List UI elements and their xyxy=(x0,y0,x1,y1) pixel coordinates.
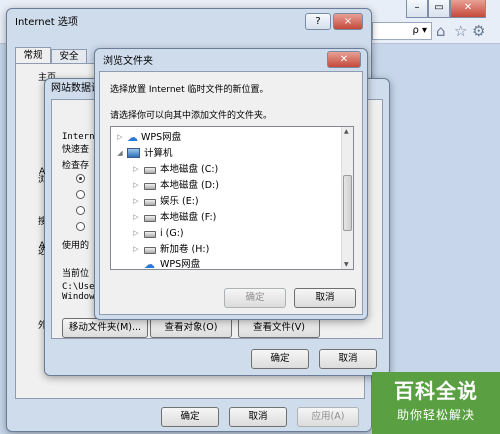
collapse-icon[interactable]: ◢ xyxy=(115,146,125,161)
tree-item-drive-h[interactable]: ▷ 新加卷 (H:) xyxy=(111,242,341,257)
tab-security[interactable]: 安全 xyxy=(51,49,87,63)
watermark-title: 百科全说 xyxy=(394,379,478,403)
tree-item-label: 计算机 xyxy=(144,148,173,159)
expand-icon[interactable]: ▷ xyxy=(131,242,141,257)
path-line: C:\Use xyxy=(62,282,95,292)
home-icon[interactable]: ⌂ xyxy=(436,22,446,40)
usage-label: 使用的 xyxy=(62,241,90,251)
browser-minimize-button[interactable]: – xyxy=(406,0,428,18)
tree-item-drive-f[interactable]: ▷ 本地磁盘 (F:) xyxy=(111,210,341,225)
view-objects-button[interactable]: 查看对象(O) xyxy=(150,318,232,338)
tree-item-label: 本地磁盘 (C:) xyxy=(160,164,219,175)
data-settings-ok-button[interactable]: 确定 xyxy=(251,349,309,369)
options-cancel-button[interactable]: 取消 xyxy=(229,407,287,427)
drive-icon xyxy=(144,199,156,206)
instruction-line-2: 请选择你可以向其中添加文件的文件夹。 xyxy=(110,111,273,121)
cloud-icon: ☁ xyxy=(144,258,155,270)
check-label: 检查存 xyxy=(62,161,90,171)
tree-item-drive-d[interactable]: ▷ 本地磁盘 (D:) xyxy=(111,178,341,193)
scroll-up-icon[interactable]: ▲ xyxy=(344,128,349,135)
expand-icon[interactable]: ▷ xyxy=(131,178,141,193)
tree-item-drive-e[interactable]: ▷ 娱乐 (E:) xyxy=(111,194,341,209)
drive-icon xyxy=(144,183,156,190)
expand-icon[interactable]: ▷ xyxy=(131,194,141,209)
check-option-radio[interactable] xyxy=(76,206,85,215)
side-letter: A xyxy=(39,241,46,251)
tree-item-label: 娱乐 (E:) xyxy=(160,196,199,207)
tree-item-wps-cloud-2[interactable]: ☁ WPS网盘 xyxy=(111,257,341,270)
folder-tree[interactable]: ▷ ☁ WPS网盘 ◢ 计算机 ▷ 本地磁盘 (C:) ▷ 本地磁盘 (D:) … xyxy=(110,126,354,270)
browse-cancel-button[interactable]: 取消 xyxy=(294,288,356,308)
drive-icon xyxy=(144,247,156,254)
data-settings-cancel-button[interactable]: 取消 xyxy=(319,349,377,369)
tree-item-wps-cloud[interactable]: ▷ ☁ WPS网盘 xyxy=(111,130,341,145)
tree-item-label: WPS网盘 xyxy=(141,132,182,143)
tab-general[interactable]: 常规 xyxy=(15,47,51,63)
close-button[interactable]: ✕ xyxy=(327,51,361,68)
watermark-logo: 百科全说 助你轻松解决 xyxy=(372,372,500,434)
tree-item-label: 新加卷 (H:) xyxy=(160,244,210,255)
close-button[interactable]: × xyxy=(333,13,363,30)
drive-icon xyxy=(144,231,156,238)
computer-icon xyxy=(127,148,140,158)
help-button[interactable]: ? xyxy=(305,13,331,30)
watermark-subtitle: 助你轻松解决 xyxy=(396,408,475,422)
favorites-star-icon[interactable]: ☆ xyxy=(454,22,467,40)
instruction-line-1: 选择放置 Internet 临时文件的新位置。 xyxy=(110,85,269,95)
expand-icon[interactable]: ▷ xyxy=(131,162,141,177)
windows-drive-icon xyxy=(144,167,156,174)
scrollbar-thumb[interactable] xyxy=(343,175,352,231)
tree-item-label: WPS网盘 xyxy=(160,259,201,270)
browse-folder-title: 浏览文件夹 xyxy=(103,56,153,67)
scroll-down-icon[interactable]: ▼ xyxy=(344,261,349,268)
expand-icon[interactable]: ▷ xyxy=(115,130,125,145)
check-option-radio[interactable] xyxy=(76,174,85,183)
check-option-radio[interactable] xyxy=(76,190,85,199)
options-ok-button[interactable]: 确定 xyxy=(161,407,219,427)
search-dropdown-icon[interactable]: ρ ▾ xyxy=(412,25,427,36)
check-option-radio[interactable] xyxy=(76,222,85,231)
address-bar[interactable]: ρ ▾ xyxy=(372,22,432,40)
expand-icon[interactable]: ▷ xyxy=(131,210,141,225)
browser-close-button[interactable]: ✕ xyxy=(450,0,486,18)
expand-icon[interactable]: ▷ xyxy=(131,226,141,241)
inner-line: 快速查 xyxy=(62,145,90,155)
tree-item-label: 本地磁盘 (F:) xyxy=(160,212,217,223)
settings-gear-icon[interactable]: ⚙ xyxy=(472,22,485,40)
cloud-icon: ☁ xyxy=(127,131,138,144)
side-letter: A xyxy=(39,167,46,177)
tree-item-drive-g[interactable]: ▷ i (G:) xyxy=(111,226,341,241)
browser-maximize-button[interactable]: ▭ xyxy=(428,0,450,18)
internet-options-title: Internet 选项 xyxy=(15,17,78,28)
tree-item-label: i (G:) xyxy=(160,228,184,239)
tree-item-drive-c[interactable]: ▷ 本地磁盘 (C:) xyxy=(111,162,341,177)
move-folder-button[interactable]: 移动文件夹(M)... xyxy=(62,318,148,338)
tree-item-computer[interactable]: ◢ 计算机 xyxy=(111,146,341,161)
options-apply-button[interactable]: 应用(A) xyxy=(297,407,359,427)
view-files-button[interactable]: 查看文件(V) xyxy=(238,318,320,338)
drive-icon xyxy=(144,215,156,222)
path-line: Window xyxy=(62,292,95,302)
browse-ok-button[interactable]: 确定 xyxy=(224,288,286,308)
tree-scrollbar[interactable]: ▲ ▼ xyxy=(341,127,353,269)
tree-item-label: 本地磁盘 (D:) xyxy=(160,180,219,191)
current-location-label: 当前位 xyxy=(62,269,90,279)
